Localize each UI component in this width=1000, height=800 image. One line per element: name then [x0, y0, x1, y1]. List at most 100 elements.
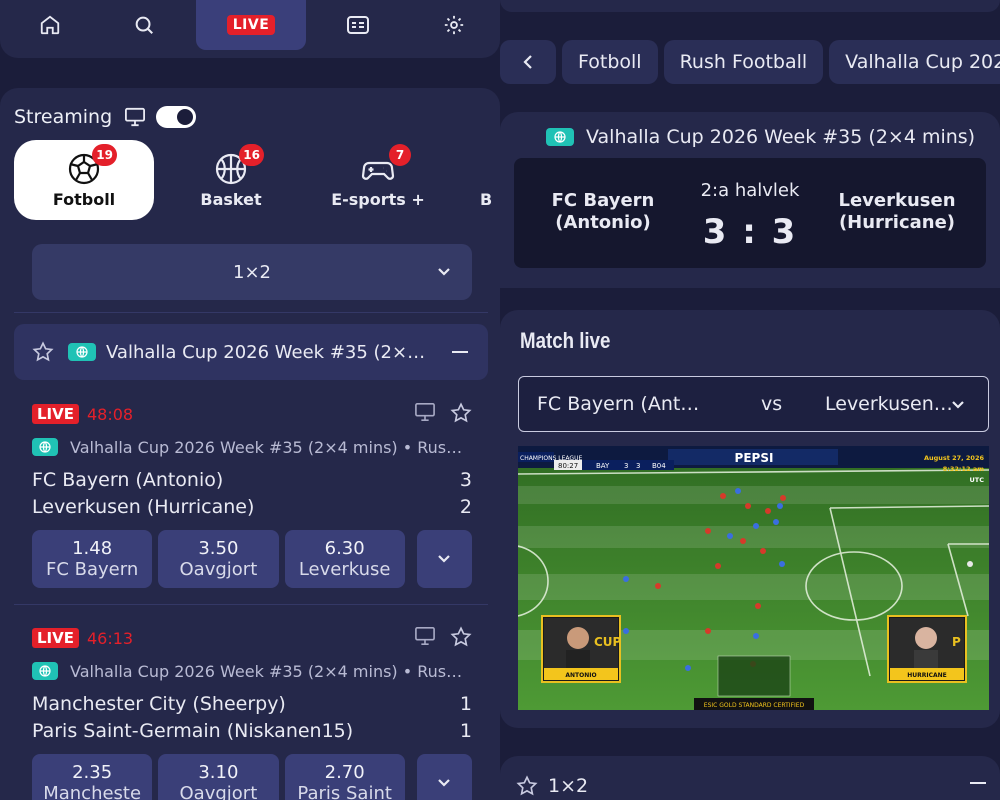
- sport-tab-label: Basket: [200, 189, 262, 209]
- live-badge: LIVE: [32, 628, 79, 648]
- sport-tab-basket[interactable]: 16 Basket: [161, 140, 301, 220]
- away-team-row: Leverkusen (Hurricane) 2: [32, 493, 472, 520]
- sport-tab-fotboll[interactable]: 19 Fotboll: [14, 140, 154, 220]
- odds-button-away[interactable]: 6.30 Leverkuse: [284, 530, 405, 588]
- match-actions: [414, 626, 472, 648]
- count-badge: 7: [389, 143, 411, 166]
- score-league-line: Valhalla Cup 2026 Week #35 (2×4 mins): [546, 126, 975, 148]
- breadcrumb-chip[interactable]: Fotboll: [562, 40, 658, 84]
- breadcrumb-chip[interactable]: Rush Football: [663, 40, 824, 84]
- odds-outcome: Oavgjort: [179, 783, 258, 800]
- live-video-player[interactable]: CUP ANTONIO P HURRICANE CHAMPIONS LEAGUE…: [518, 446, 989, 710]
- video-footer: ESIC GOLD STANDARD CERTIFIED: [704, 702, 805, 709]
- right-top-bar: [500, 0, 1000, 12]
- player-left-name: ANTONIO: [565, 672, 596, 679]
- home-team-score: 1: [459, 692, 472, 715]
- more-markets-button[interactable]: [416, 530, 472, 588]
- market-selected-value: 1×2: [233, 261, 271, 283]
- away-team-score: 2: [459, 495, 472, 518]
- video-home-code: BAY: [596, 462, 610, 470]
- away-team-row: Paris Saint-Germain (Niskanen15) 1: [32, 717, 472, 744]
- globe-icon: [32, 438, 58, 456]
- divider: [14, 604, 488, 605]
- match-stream-dropdown[interactable]: FC Bayern (Ant… vs Leverkusen…: [518, 376, 989, 432]
- count-badge: 19: [92, 143, 117, 166]
- odds-button-draw[interactable]: 3.50 Oavgjort: [158, 530, 279, 588]
- dropdown-home-team: FC Bayern (Ant…: [537, 393, 700, 415]
- chevron-down-icon: [438, 555, 451, 563]
- stream-monitor-icon[interactable]: [414, 402, 436, 424]
- count-badge: 16: [239, 143, 264, 166]
- odds-button-away[interactable]: 2.70 Paris Saint: [284, 754, 405, 800]
- chevron-left-icon: [523, 55, 532, 69]
- streaming-row: Streaming: [14, 104, 197, 130]
- odds-row: 2.35 Mancheste 3.10 Oavgjort 2.70 Paris Sai…: [32, 754, 472, 800]
- favorite-star-icon[interactable]: [450, 626, 472, 648]
- scoreboard-away-team: Leverkusen (Hurricane): [838, 190, 956, 233]
- match-live-bar: LIVE 46:13: [32, 626, 472, 650]
- more-markets-button[interactable]: [416, 754, 472, 800]
- league-group-title: Valhalla Cup 2026 Week #35 (2×…: [106, 341, 426, 363]
- home-icon[interactable]: [30, 0, 70, 50]
- match-card[interactable]: LIVE 48:08 Valhalla Cup 2026 Week #35 (2…: [32, 402, 472, 588]
- odds-value: 1.48: [72, 538, 113, 559]
- breadcrumb-chip[interactable]: Valhalla Cup 202: [829, 40, 1000, 84]
- globe-icon: [546, 128, 574, 146]
- live-nav-button[interactable]: LIVE: [196, 0, 306, 50]
- streaming-toggle[interactable]: [156, 106, 197, 128]
- odds-row: 1.48 FC Bayern 3.50 Oavgjort 6.30 Leverkuse: [32, 530, 472, 588]
- sport-tab-label: E-sports +: [331, 189, 425, 209]
- dropdown-away-team: Leverkusen…: [825, 393, 953, 415]
- search-icon[interactable]: [124, 0, 164, 50]
- odds-outcome: FC Bayern: [46, 559, 139, 580]
- sport-tab-esports[interactable]: 7 E-sports +: [308, 140, 448, 220]
- top-navigation: LIVE: [0, 0, 500, 58]
- gamepad-icon: 7: [361, 143, 411, 186]
- star-icon[interactable]: [32, 341, 54, 363]
- home-team-name: FC Bayern (Antonio): [32, 468, 224, 491]
- sport-tab-partial[interactable]: B: [464, 140, 500, 220]
- home-team-name: Manchester City (Sheerpy): [32, 692, 286, 715]
- chevron-down-icon: [950, 397, 966, 413]
- market-section-header[interactable]: 1×2: [500, 756, 1000, 800]
- odds-value: 2.35: [72, 762, 113, 783]
- odds-outcome: Mancheste: [43, 783, 142, 800]
- collapse-minus-icon[interactable]: [970, 782, 986, 784]
- league-group-header[interactable]: Valhalla Cup 2026 Week #35 (2×…: [14, 324, 488, 380]
- away-team-name: Leverkusen (Hurricane): [32, 495, 255, 518]
- divider: [14, 312, 488, 313]
- live-badge: LIVE: [32, 404, 79, 424]
- match-league-text: Valhalla Cup 2026 Week #35 (2×4 mins) • …: [70, 437, 463, 457]
- back-button[interactable]: [500, 40, 556, 84]
- odds-button-home[interactable]: 1.48 FC Bayern: [32, 530, 153, 588]
- chevron-down-icon: [438, 779, 451, 787]
- odds-button-home[interactable]: 2.35 Mancheste: [32, 754, 153, 800]
- betslip-icon[interactable]: [338, 0, 378, 50]
- odds-value: 2.70: [324, 762, 365, 783]
- breadcrumb-chips: Fotboll Rush Football Valhalla Cup 202: [500, 40, 1000, 84]
- score-league-title: Valhalla Cup 2026 Week #35 (2×4 mins): [586, 126, 976, 148]
- scoreboard: FC Bayern (Antonio) 2:a halvlek 3 : 3 Le…: [514, 158, 986, 268]
- match-card[interactable]: LIVE 46:13 Valhalla Cup 2026 Week #35 (2…: [32, 626, 472, 800]
- stream-monitor-icon[interactable]: [414, 626, 436, 648]
- away-team-name: Paris Saint-Germain (Niskanen15): [32, 719, 354, 742]
- odds-button-draw[interactable]: 3.10 Oavgjort: [158, 754, 279, 800]
- basketball-icon: 16: [214, 143, 264, 186]
- odds-value: 3.10: [198, 762, 239, 783]
- favorite-star-icon[interactable]: [450, 402, 472, 424]
- match-league-text: Valhalla Cup 2026 Week #35 (2×4 mins) • …: [70, 661, 463, 681]
- sport-tab-label: B: [480, 189, 493, 209]
- video-clock: 8:32:12 am: [943, 465, 984, 473]
- streaming-label: Streaming: [14, 106, 113, 128]
- match-live-title: Match live: [520, 328, 611, 353]
- minimap: [717, 655, 791, 697]
- settings-gear-icon[interactable]: [434, 0, 474, 50]
- odds-value: 3.50: [198, 538, 239, 559]
- away-team-score: 1: [459, 719, 472, 742]
- monitor-icon: [124, 107, 146, 127]
- market-dropdown[interactable]: 1×2: [32, 244, 472, 300]
- collapse-minus-icon[interactable]: [452, 351, 468, 353]
- video-away-score: 3: [636, 462, 640, 470]
- odds-value: 6.30: [324, 538, 365, 559]
- star-icon[interactable]: [516, 775, 538, 797]
